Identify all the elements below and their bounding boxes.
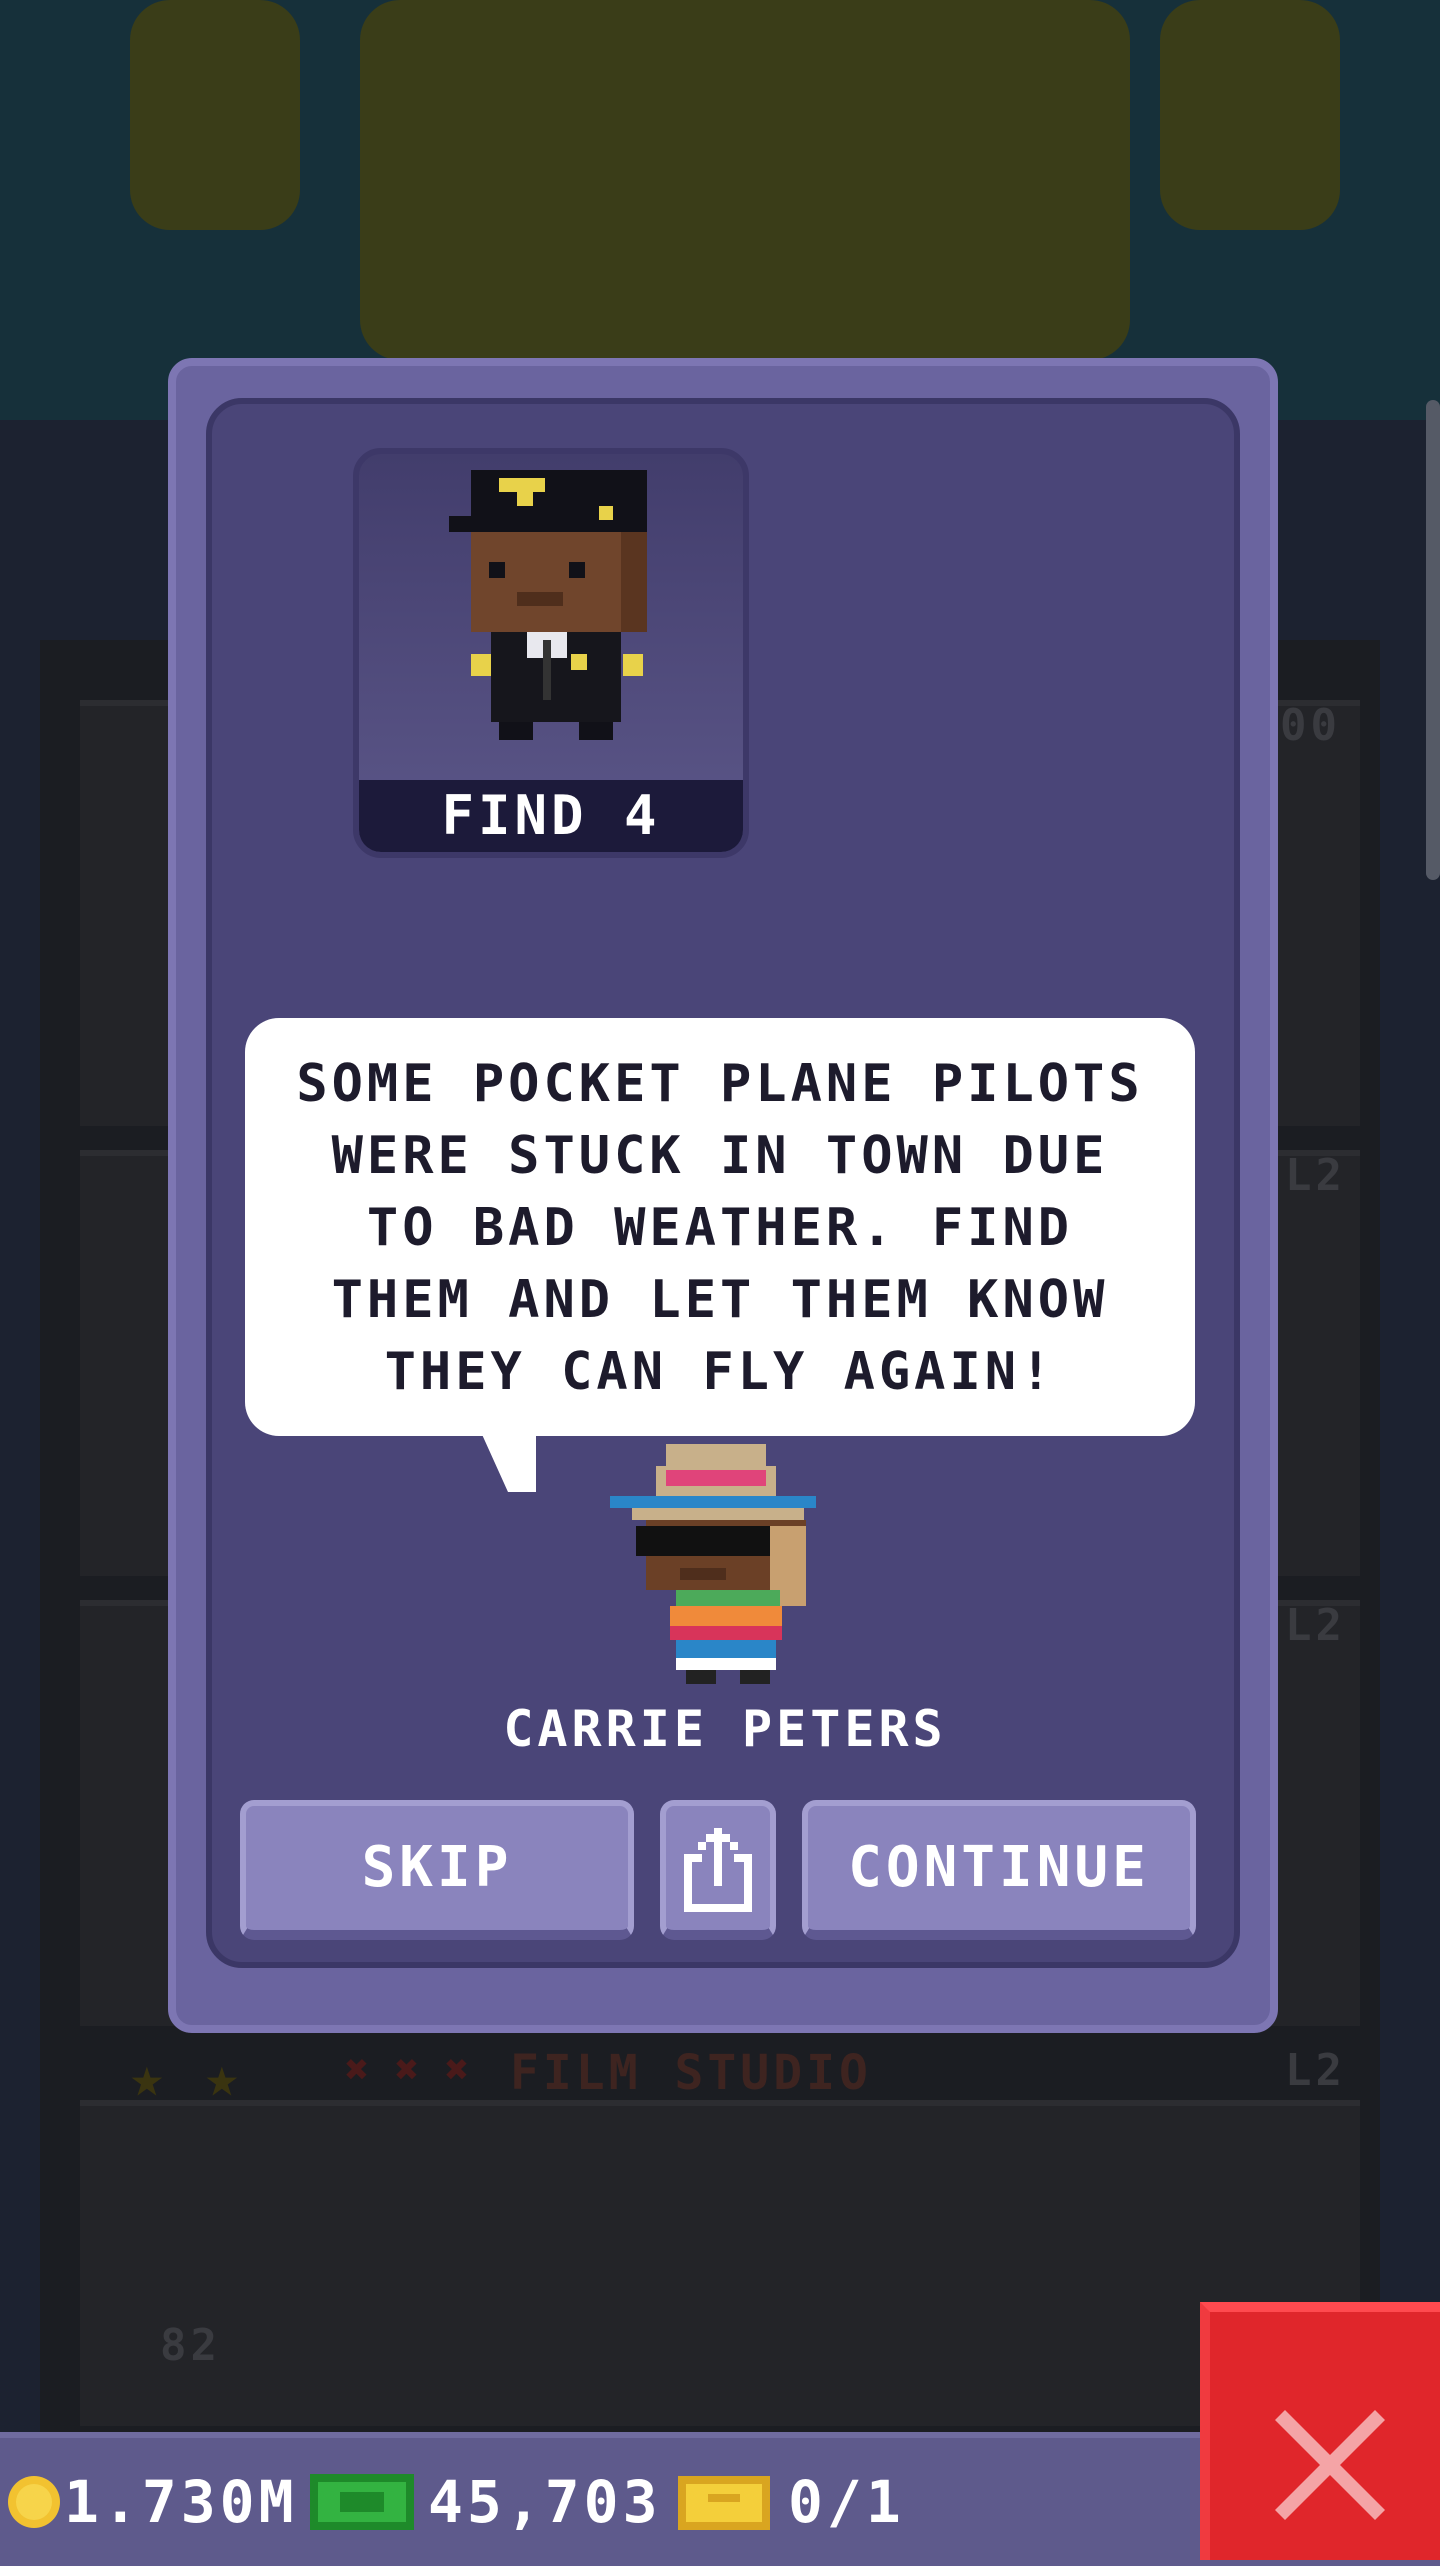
ticket-icon <box>678 2476 770 2530</box>
tree-blob <box>360 0 1130 360</box>
bux-count: 45,703 <box>428 2468 662 2536</box>
x-mark-icon: ✖ <box>345 2047 370 2093</box>
scroll-indicator <box>1426 400 1440 880</box>
pilot-character-icon <box>449 470 647 740</box>
elevator-number: 82 <box>160 2320 221 2371</box>
floor-name: FILM STUDIO <box>510 2045 872 2101</box>
speech-bubble: SOME POCKET PLANE PILOTS WERE STUCK IN T… <box>245 1018 1195 1436</box>
tickets-count: 0/1 <box>788 2468 905 2536</box>
continue-button[interactable]: CONTINUE <box>802 1800 1196 1940</box>
bux-icon <box>310 2474 414 2530</box>
tree-blob <box>1160 0 1340 230</box>
bitizen-character-icon <box>610 1444 816 1684</box>
level-label: L2 <box>1285 1600 1346 1651</box>
close-button[interactable] <box>1200 2302 1440 2560</box>
floor <box>80 2100 1360 2426</box>
star-icon: ★ <box>130 2045 164 2110</box>
find-count-label: FIND 4 <box>359 780 743 852</box>
star-icon: ★ <box>205 2045 239 2110</box>
message-line: THEM AND LET THEM KNOW <box>331 1270 1109 1330</box>
message-line: SOME POCKET PLANE PILOTS <box>296 1054 1144 1114</box>
mission-message: SOME POCKET PLANE PILOTS WERE STUCK IN T… <box>265 1048 1175 1408</box>
message-line: TO BAD WEATHER. FIND <box>366 1198 1074 1258</box>
coin-icon <box>8 2476 60 2528</box>
skip-button[interactable]: SKIP <box>240 1800 634 1940</box>
message-line: THEY CAN FLY AGAIN! <box>384 1342 1056 1402</box>
coins-count: 1.730M <box>64 2468 298 2536</box>
message-line: WERE STUCK IN TOWN DUE <box>331 1126 1109 1186</box>
share-icon <box>684 1828 752 1912</box>
level-label: L2 <box>1285 2045 1346 2096</box>
close-icon <box>1275 2410 1385 2520</box>
floor-number: 00 <box>1280 700 1341 751</box>
level-label: L2 <box>1285 1150 1346 1201</box>
speech-bubble-tail <box>480 1430 536 1492</box>
x-mark-icon: ✖ <box>395 2047 420 2093</box>
mission-portrait: FIND 4 <box>353 448 749 858</box>
x-mark-icon: ✖ <box>445 2047 470 2093</box>
speaker-name: CARRIE PETERS <box>503 1700 947 1758</box>
share-button[interactable] <box>660 1800 776 1940</box>
tree-blob <box>130 0 300 230</box>
